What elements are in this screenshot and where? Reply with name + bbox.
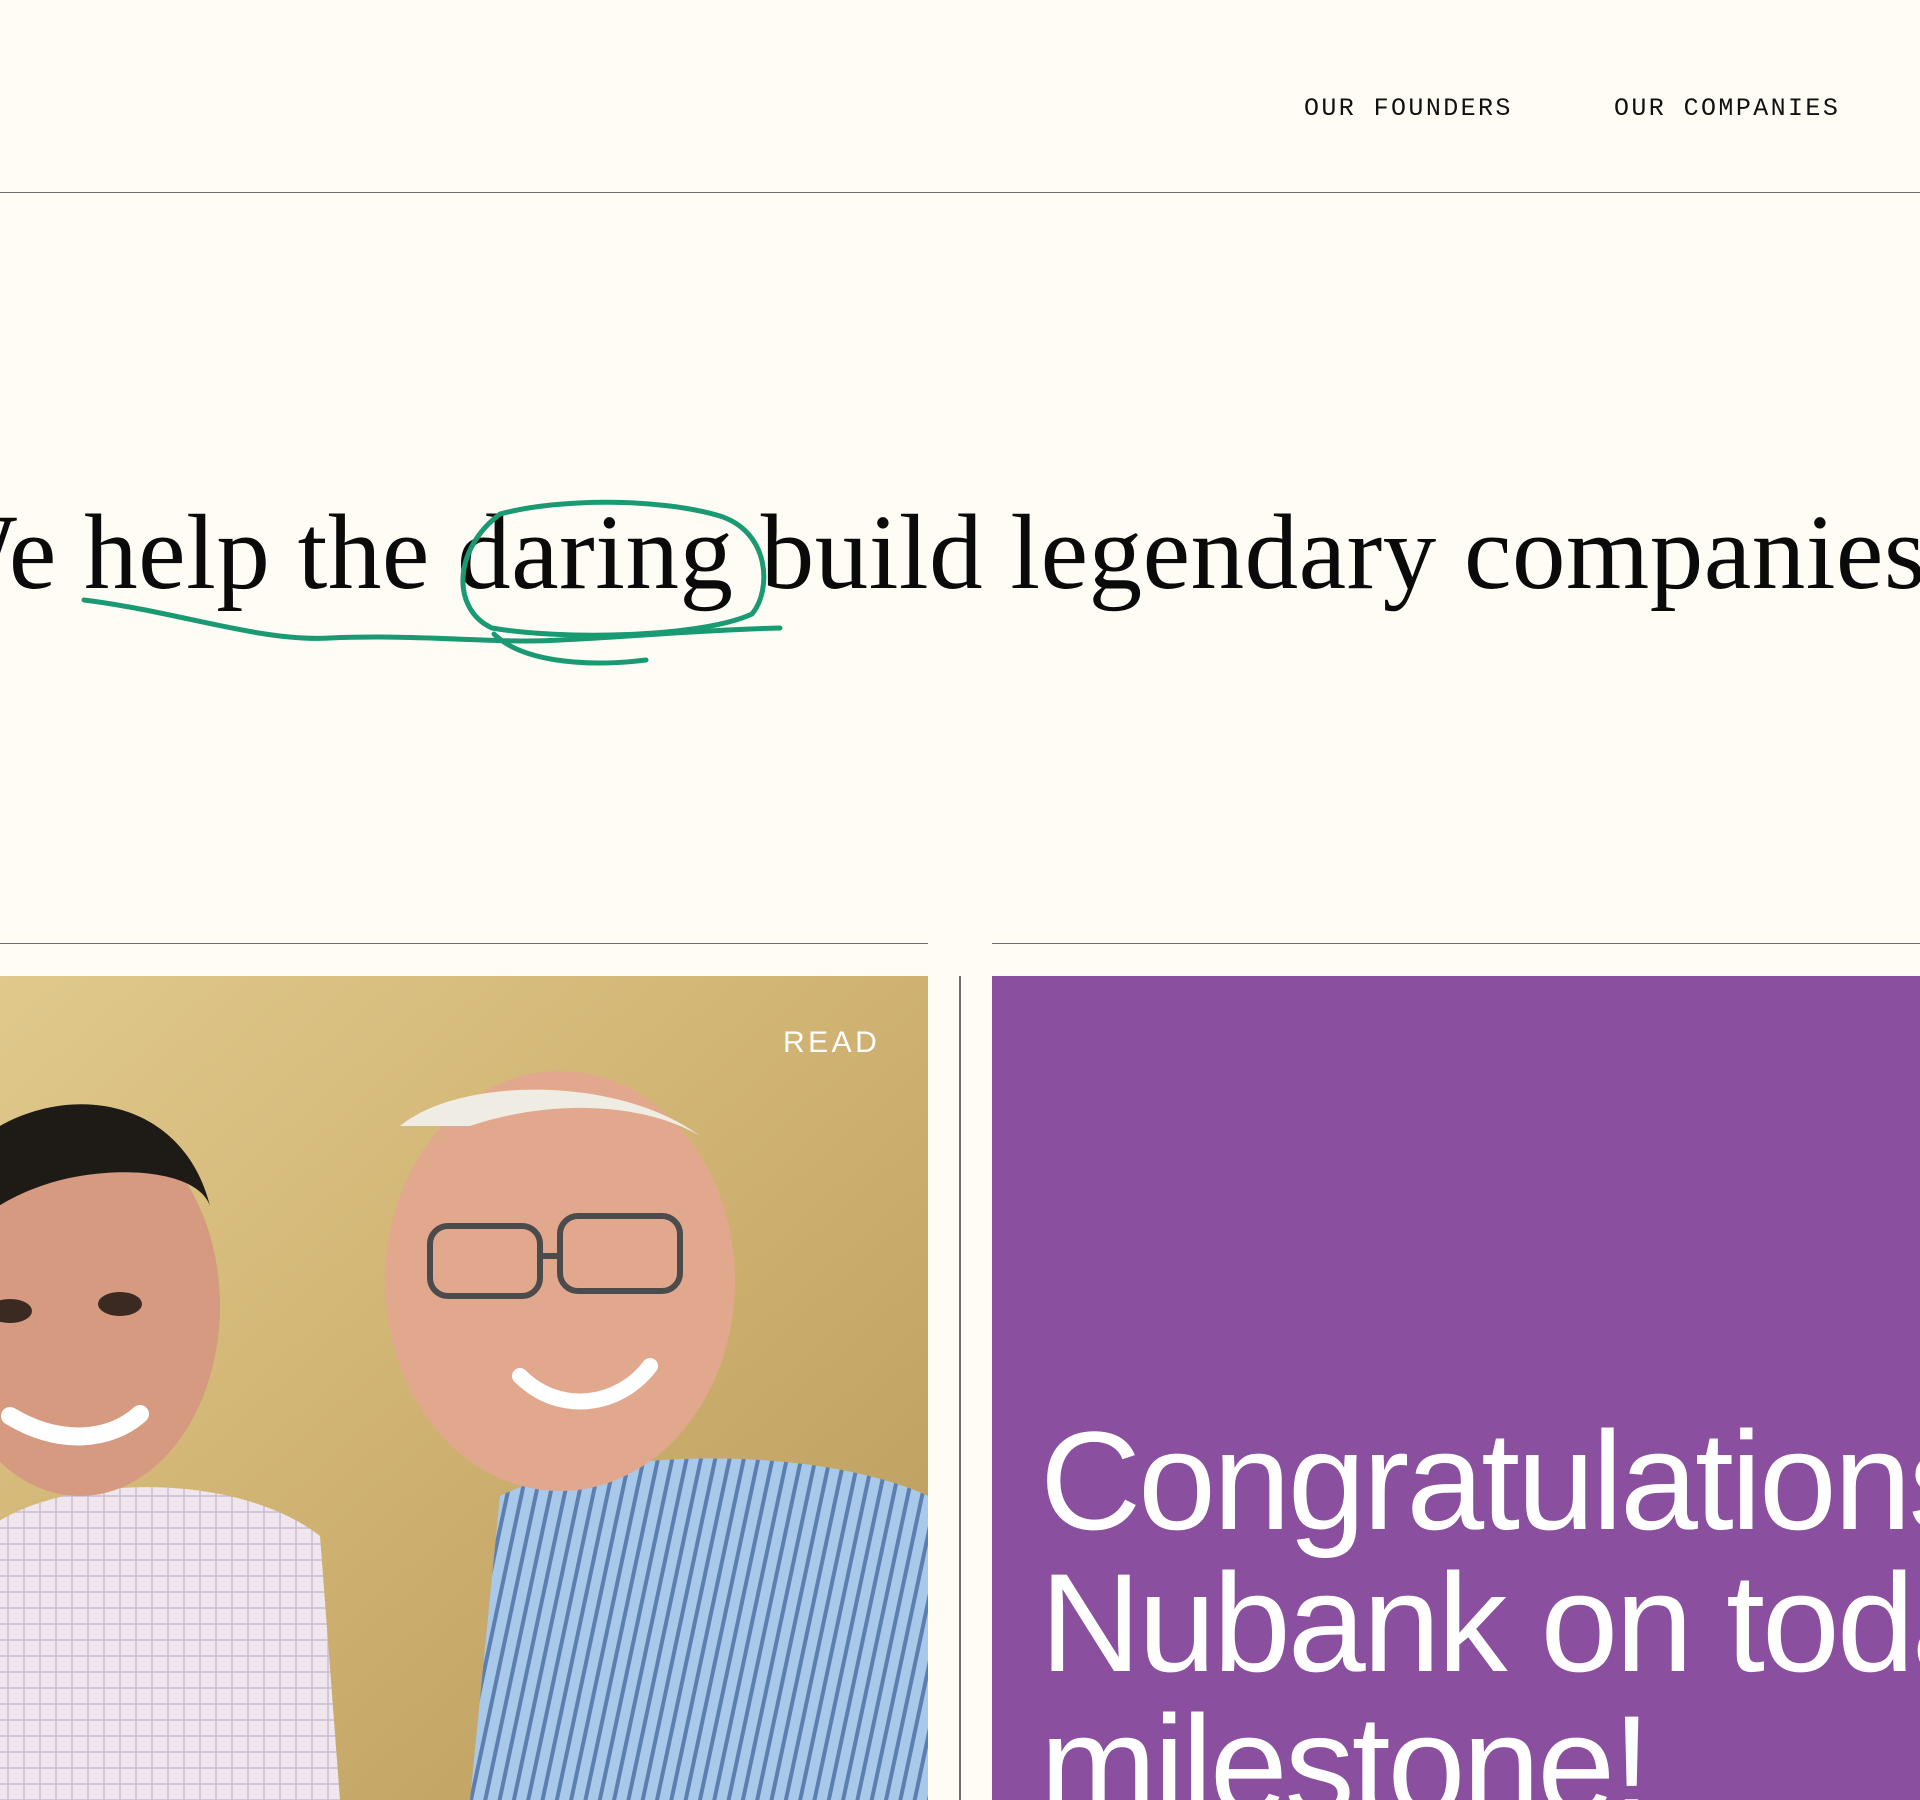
vertical-divider (959, 976, 961, 1800)
promo-line-1: Congratulations (1040, 1402, 1920, 1559)
page: OUR FOUNDERS OUR COMPANIES We help the d… (0, 0, 1920, 1800)
promo-line-2: Nubank on today's (1040, 1544, 1920, 1701)
card-rule-left (0, 943, 928, 944)
founders-photo (0, 976, 928, 1800)
card-rule-right (992, 943, 1920, 944)
founders-photo-card[interactable] (0, 976, 928, 1800)
promo-headline: CongratulationsNubank on today'smileston… (1040, 1410, 1920, 1800)
promo-line-3: milestone! (1040, 1686, 1651, 1800)
read-link[interactable]: READ (783, 1026, 880, 1060)
nav-our-founders-link[interactable]: OUR FOUNDERS (1304, 94, 1513, 123)
nav-our-companies-link[interactable]: OUR COMPANIES (1614, 94, 1840, 123)
hero-headline: We help the daring build legendary compa… (0, 494, 1920, 612)
top-navigation: OUR FOUNDERS OUR COMPANIES (0, 0, 1920, 193)
